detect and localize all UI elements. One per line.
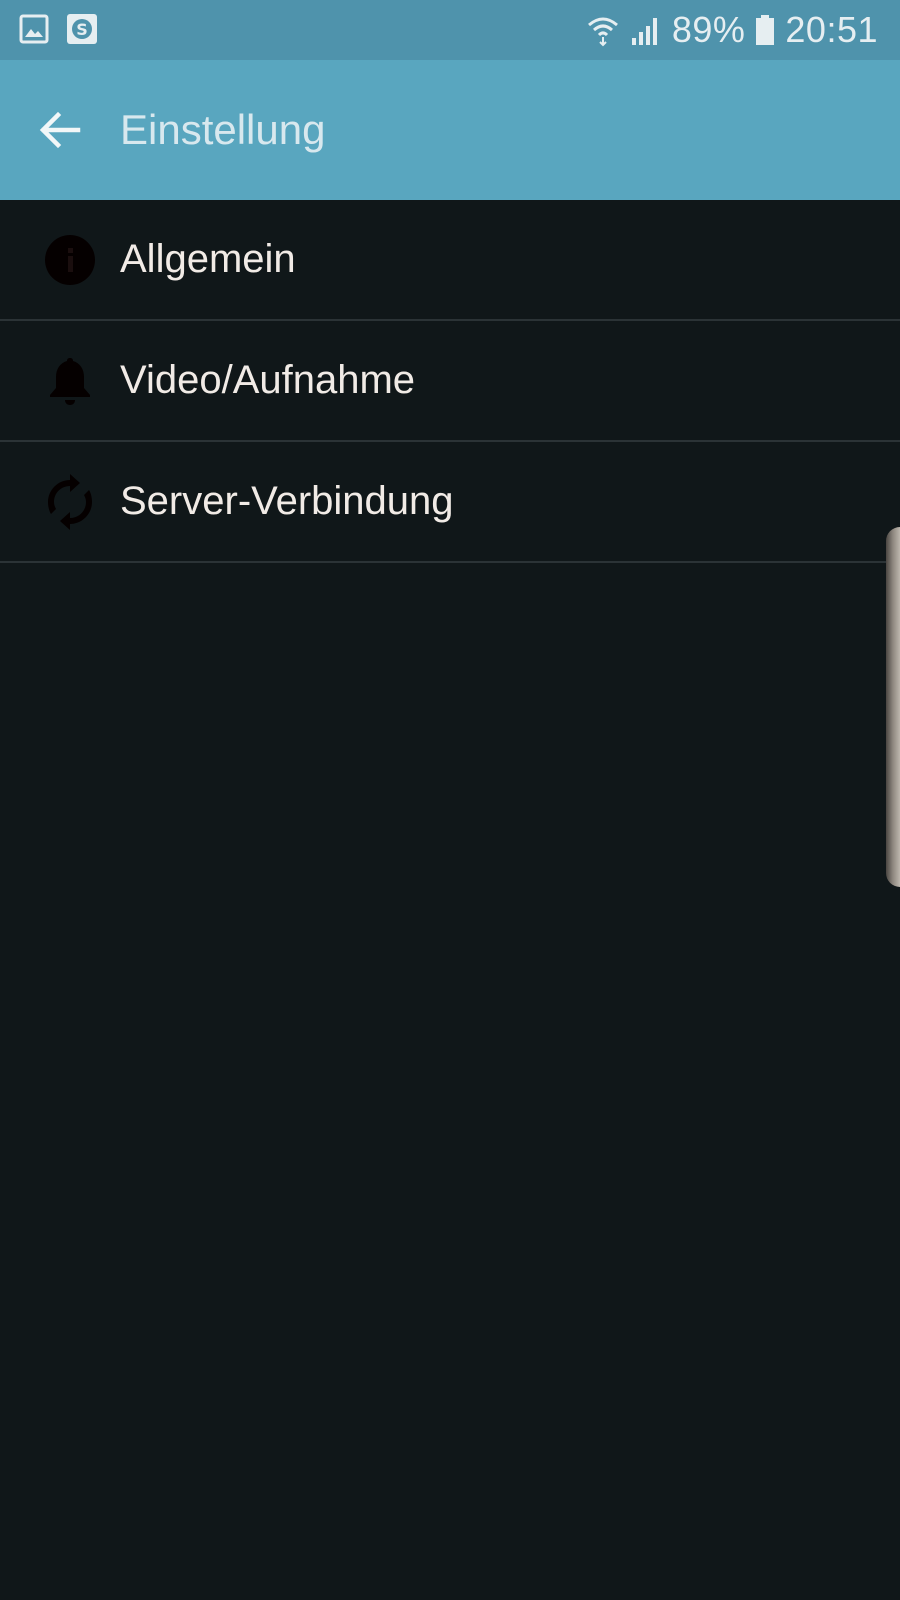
image-notification-icon bbox=[19, 14, 49, 44]
status-bar: S 89% 20:51 bbox=[0, 0, 900, 60]
signal-icon bbox=[631, 18, 657, 45]
wifi-icon bbox=[587, 17, 618, 47]
settings-item-label: Server-Verbindung bbox=[120, 479, 454, 523]
bell-icon bbox=[42, 353, 98, 409]
clock: 20:51 bbox=[785, 9, 878, 50]
settings-item-video-aufnahme[interactable]: Video/Aufnahme bbox=[0, 321, 900, 442]
settings-item-label: Video/Aufnahme bbox=[120, 358, 416, 402]
battery-icon bbox=[756, 15, 775, 45]
settings-item-server-verbindung[interactable]: Server-Verbindung bbox=[0, 442, 900, 563]
settings-list: Allgemein Video/Aufnahme Server-Verbindu… bbox=[0, 200, 900, 563]
settings-item-label: Allgemein bbox=[120, 237, 296, 281]
back-button[interactable] bbox=[32, 102, 88, 158]
app-bar: Einstellung bbox=[0, 60, 900, 200]
info-icon bbox=[42, 232, 98, 288]
svg-text:S: S bbox=[76, 20, 88, 39]
edge-panel-handle[interactable] bbox=[886, 527, 900, 887]
battery-percent: 89% bbox=[671, 9, 746, 50]
arrow-back-icon bbox=[39, 111, 81, 149]
page-title: Einstellung bbox=[120, 106, 326, 153]
sync-icon bbox=[42, 474, 98, 530]
status-indicators: 89% 20:51 bbox=[586, 0, 878, 60]
skype-notification-icon: S bbox=[67, 14, 97, 44]
notification-icons: S bbox=[18, 13, 98, 45]
settings-item-allgemein[interactable]: Allgemein bbox=[0, 200, 900, 321]
